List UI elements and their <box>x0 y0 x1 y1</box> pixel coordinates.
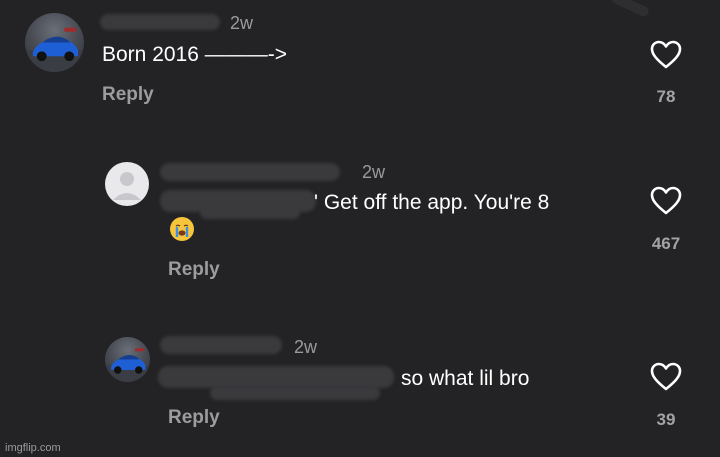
comment-text: Born 2016 ———-> <box>102 43 288 66</box>
comment-text: so what lil bro <box>401 367 530 390</box>
car-avatar-icon <box>25 27 84 72</box>
reply-button[interactable]: Reply <box>168 407 220 429</box>
user-avatar-car[interactable] <box>25 13 84 72</box>
redacted-username <box>100 14 220 30</box>
user-avatar-default[interactable] <box>105 162 149 206</box>
reply-button[interactable]: Reply <box>168 259 220 281</box>
heart-outline-icon <box>650 362 682 391</box>
comment-timestamp: 2w <box>294 337 318 357</box>
redacted-username <box>160 163 340 181</box>
user-avatar-car[interactable] <box>105 337 150 382</box>
background-stroke <box>609 0 651 18</box>
redacted-mention-extra <box>200 205 300 219</box>
imgflip-watermark: imgflip.com <box>5 442 61 454</box>
comment-timestamp: 2w <box>230 13 254 33</box>
comment-timestamp: 2w <box>362 162 386 182</box>
like-button[interactable] <box>650 40 682 70</box>
like-button[interactable] <box>650 362 682 392</box>
like-count: 39 <box>656 410 676 429</box>
like-count: 78 <box>656 87 676 106</box>
like-button[interactable] <box>650 186 682 216</box>
comment-text: ' Get off the app. You're 8 <box>314 191 550 214</box>
heart-outline-icon <box>650 40 682 69</box>
redacted-username <box>160 336 282 354</box>
redacted-mention-extra <box>210 386 380 400</box>
crying-face-emoji-icon <box>170 217 194 241</box>
default-avatar-icon <box>113 172 141 200</box>
reply-button[interactable]: Reply <box>102 84 154 106</box>
redacted-mention <box>158 366 394 388</box>
like-count: 467 <box>651 234 681 253</box>
heart-outline-icon <box>650 186 682 215</box>
car-avatar-icon <box>105 348 150 382</box>
